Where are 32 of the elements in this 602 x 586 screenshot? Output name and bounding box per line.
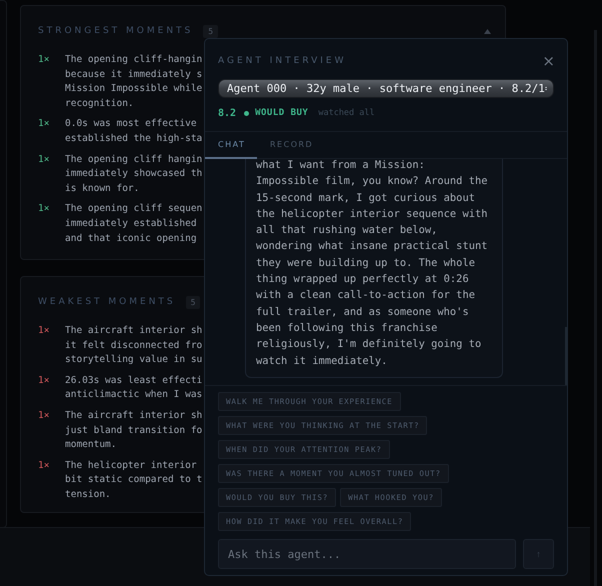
- occurrence-count: 1×: [38, 117, 49, 132]
- score-value: 8.2: [218, 108, 236, 118]
- section-title: WEAKEST MOMENTS: [38, 297, 176, 307]
- moment-text: The opening cliff-hangin because it immediately s Mission Impossible while recognition.: [65, 53, 202, 111]
- count-badge: 5: [203, 24, 218, 38]
- occurrence-count: 1×: [38, 374, 49, 388]
- moment-text: 0.0s was most effective established the high-sta: [65, 117, 202, 146]
- occurrence-count: 1×: [38, 458, 49, 473]
- collapse-icon[interactable]: [484, 29, 491, 34]
- section-title: STRONGEST MOMENTS: [38, 26, 194, 36]
- moment-text: The aircraft interior sh just bland transition fo momentum.: [65, 408, 202, 452]
- agent-select[interactable]: Agent 000 · 32y male · software engineer · 8.2/1: [218, 79, 554, 98]
- tab[interactable]: RECORD: [257, 132, 337, 159]
- moment-text: 26.03s was least effecti anticlimactic when I was: [65, 374, 202, 402]
- verdict-label: WOULD BUY: [255, 108, 308, 118]
- panel-title: AGENT INTERVIEW: [218, 56, 346, 66]
- watch-note: watched all: [318, 108, 375, 118]
- occurrence-count: 1×: [38, 152, 49, 167]
- moment-text: The aircraft interior sh it felt disconnected fro storytelling value in su: [65, 324, 202, 368]
- moment-text: The helicopter interior bit static compared to t tension.: [65, 458, 202, 502]
- status-dot: [244, 110, 250, 116]
- occurrence-count: 1×: [38, 53, 49, 67]
- occurrence-count: 1×: [38, 408, 49, 423]
- send-button[interactable]: ↑: [523, 539, 554, 569]
- moment-text: The opening cliff sequen immediately established and that iconic opening: [65, 202, 202, 246]
- count-badge: 5: [186, 296, 200, 308]
- occurrence-count: 1×: [38, 324, 49, 338]
- close-button[interactable]: ×: [542, 53, 555, 69]
- moment-text: The opening cliff hangin immediately showcased th is known for.: [65, 152, 202, 196]
- occurrence-count: 1×: [38, 202, 49, 216]
- input-field[interactable]: Ask this agent...: [218, 539, 516, 569]
- message-bubble: what I want from a Mission: Impossible film, you know? Around the 15-second mark, I got curious about the helicopter interior sequence with all that rushing water below, wondering what insane practical stunt they were building up to. The whole thing wrapped up perfectly at 0:26 with a clean call-to-action for the full trailer, and as someone who's been following this franchise religiously, I'm definitely going to watch it immediately.: [245, 159, 503, 378]
